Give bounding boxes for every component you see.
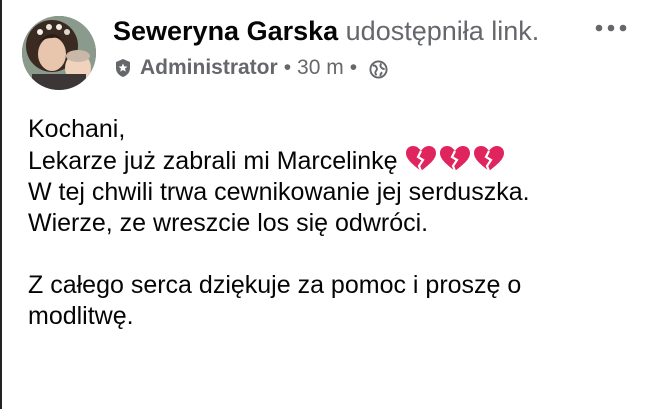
post-header: Seweryna Garska udostępniła link. Admini… [2, 0, 655, 100]
facebook-post: Seweryna Garska udostępniła link. Admini… [0, 0, 655, 409]
author-name[interactable]: Seweryna Garska [113, 16, 338, 46]
avatar[interactable] [22, 16, 96, 90]
post-time[interactable]: 30 m [297, 54, 344, 82]
post-line: Z całego serca dziękuje za pomoc i prosz… [28, 271, 522, 299]
globe-icon[interactable] [369, 59, 388, 79]
broken-heart-icon [404, 145, 438, 173]
author-role: Administrator [140, 56, 278, 79]
author-line: Seweryna Garska udostępniła link. [113, 14, 539, 48]
post-meta: Administrator • 30 m • [113, 54, 388, 82]
post-line: modlitwę. [28, 302, 134, 330]
post-line: W tej chwili trwa cewnikowanie jej serdu… [28, 178, 530, 206]
broken-heart-icon [438, 145, 472, 173]
broken-heart-icon [472, 145, 506, 173]
post-action-text: udostępniła link. [338, 16, 540, 46]
post-line: Kochani, [28, 115, 126, 143]
admin-badge-icon [113, 58, 133, 78]
meta-separator: • [283, 56, 292, 79]
more-icon [595, 24, 627, 32]
meta-separator: • [349, 56, 358, 79]
post-line: Wierze, ze wreszcie los się odwróci. [28, 209, 429, 237]
post-line: Lekarze już zabrali mi Marcelinkę [28, 147, 398, 175]
post-text: Kochani, Lekarze już zabrali mi Marcelin… [28, 114, 648, 332]
post-line-with-emoji: Lekarze już zabrali mi Marcelinkę [28, 145, 648, 177]
more-options-button[interactable] [593, 18, 629, 42]
emoji-group [404, 145, 506, 173]
